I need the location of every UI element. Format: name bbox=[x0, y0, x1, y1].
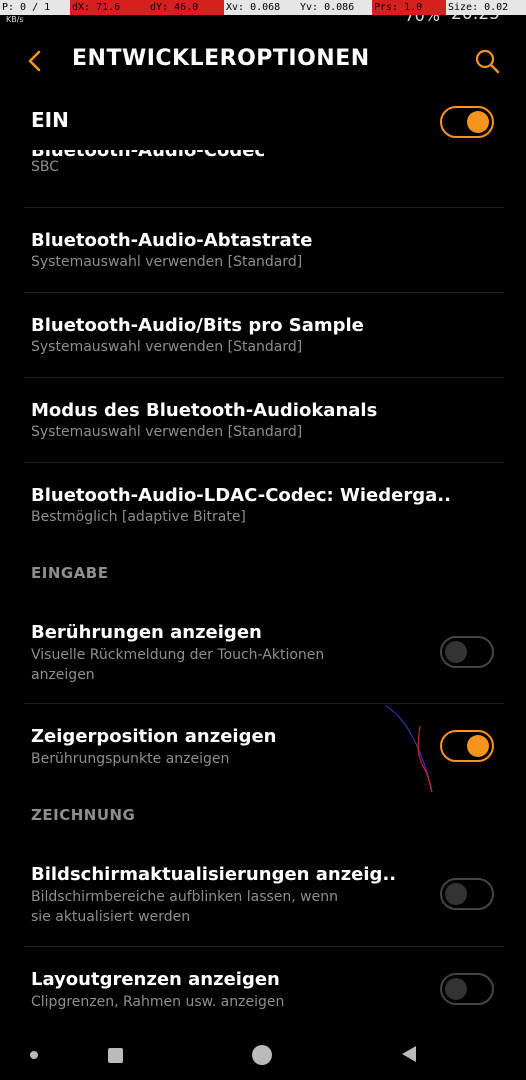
setting-subtitle: Berührungspunkte anzeigen bbox=[31, 751, 230, 767]
setting-subtitle: Bildschirmbereiche aufblinken lassen, we… bbox=[31, 889, 338, 905]
setting-bluetooth-audio-sample-rate[interactable]: Bluetooth-Audio-Abtastrate Systemauswahl… bbox=[0, 208, 526, 293]
debug-size: Size: 0.02 bbox=[446, 0, 526, 15]
app-bar: ENTWICKLEROPTIONEN bbox=[0, 26, 526, 94]
setting-title: Modus des Bluetooth-Audiokanals bbox=[31, 400, 378, 421]
section-header-input: EINGABE bbox=[31, 564, 109, 582]
setting-title: Berührungen anzeigen bbox=[31, 622, 262, 643]
debug-delta-x: dX: 71.6 bbox=[70, 0, 148, 15]
setting-title: Zeigerposition anzeigen bbox=[31, 726, 277, 747]
setting-subtitle: Systemauswahl verwenden [Standard] bbox=[31, 339, 303, 355]
setting-subtitle-line2: sie aktualisiert werden bbox=[31, 909, 191, 925]
developer-options-master-switch[interactable]: EIN bbox=[0, 94, 526, 150]
setting-subtitle: Bestmöglich [adaptive Bitrate] bbox=[31, 509, 246, 525]
toggle-knob bbox=[445, 641, 467, 663]
setting-bluetooth-audio-codec[interactable]: Bluetooth-Audio-Codec SBC bbox=[0, 150, 526, 208]
setting-bluetooth-audio-bits-per-sample[interactable]: Bluetooth-Audio/Bits pro Sample Systemau… bbox=[0, 293, 526, 378]
back-triangle-icon[interactable] bbox=[402, 1046, 416, 1062]
master-toggle[interactable] bbox=[440, 106, 494, 138]
setting-title: Bluetooth-Audio-LDAC-Codec: Wiederga.. bbox=[31, 485, 451, 506]
chevron-left-icon[interactable] bbox=[22, 48, 48, 74]
setting-subtitle: Clipgrenzen, Rahmen usw. anzeigen bbox=[31, 994, 285, 1010]
toggle-show-layout-bounds[interactable] bbox=[440, 973, 494, 1005]
navigation-bar bbox=[0, 1032, 526, 1080]
setting-subtitle: Systemauswahl verwenden [Standard] bbox=[31, 254, 303, 270]
toggle-knob bbox=[445, 978, 467, 1000]
net-speed-unit: KB/s bbox=[6, 15, 24, 24]
toggle-show-surface-updates[interactable] bbox=[440, 878, 494, 910]
debug-pointer-count: P: 0 / 1 bbox=[0, 0, 70, 15]
section-header-drawing: ZEICHNUNG bbox=[31, 806, 136, 824]
setting-pointer-location[interactable]: Zeigerposition anzeigen Berührungspunkte… bbox=[0, 704, 526, 789]
debug-velocity-y: Yv: 0.086 bbox=[298, 0, 372, 15]
setting-bluetooth-audio-channel-mode[interactable]: Modus des Bluetooth-Audiokanals Systemau… bbox=[0, 378, 526, 463]
home-icon[interactable] bbox=[252, 1045, 272, 1065]
setting-title: Bluetooth-Audio/Bits pro Sample bbox=[31, 315, 364, 336]
search-icon[interactable] bbox=[474, 48, 500, 74]
debug-velocity-x: Xv: 0.068 bbox=[224, 0, 298, 15]
toggle-knob bbox=[445, 883, 467, 905]
settings-list[interactable]: Bluetooth-Audio-Codec SBC Bluetooth-Audi… bbox=[0, 150, 526, 1032]
setting-subtitle: Visuelle Rückmeldung der Touch-Aktionen bbox=[31, 647, 325, 663]
recents-icon[interactable] bbox=[108, 1048, 123, 1063]
setting-title: Bildschirmaktualisierungen anzeig.. bbox=[31, 864, 397, 885]
setting-bluetooth-audio-ldac-codec[interactable]: Bluetooth-Audio-LDAC-Codec: Wiederga.. B… bbox=[0, 463, 526, 548]
setting-show-surface-updates[interactable]: Bildschirmaktualisierungen anzeig.. Bild… bbox=[0, 844, 526, 944]
toggle-pointer-location[interactable] bbox=[440, 730, 494, 762]
setting-title: Bluetooth-Audio-Codec bbox=[31, 150, 266, 161]
setting-show-taps[interactable]: Berührungen anzeigen Visuelle Rückmeldun… bbox=[0, 602, 526, 702]
toggle-show-taps[interactable] bbox=[440, 636, 494, 668]
pointer-location-overlay: P: 0 / 1 dX: 71.6 dY: 46.0 Xv: 0.068 Yv:… bbox=[0, 0, 526, 15]
setting-subtitle-line2: anzeigen bbox=[31, 667, 95, 683]
setting-subtitle: Systemauswahl verwenden [Standard] bbox=[31, 424, 303, 440]
toggle-knob bbox=[467, 735, 489, 757]
nav-dot-icon[interactable] bbox=[30, 1051, 38, 1059]
setting-show-layout-bounds[interactable]: Layoutgrenzen anzeigen Clipgrenzen, Rahm… bbox=[0, 947, 526, 1032]
setting-subtitle: SBC bbox=[31, 159, 60, 175]
setting-title: Layoutgrenzen anzeigen bbox=[31, 969, 280, 990]
debug-delta-y: dY: 46.0 bbox=[148, 0, 224, 15]
master-switch-label: EIN bbox=[31, 108, 69, 132]
debug-pressure: Prs: 1.0 bbox=[372, 0, 446, 15]
toggle-knob bbox=[467, 111, 489, 133]
page-title: ENTWICKLEROPTIONEN bbox=[72, 46, 370, 71]
setting-title: Bluetooth-Audio-Abtastrate bbox=[31, 230, 313, 251]
